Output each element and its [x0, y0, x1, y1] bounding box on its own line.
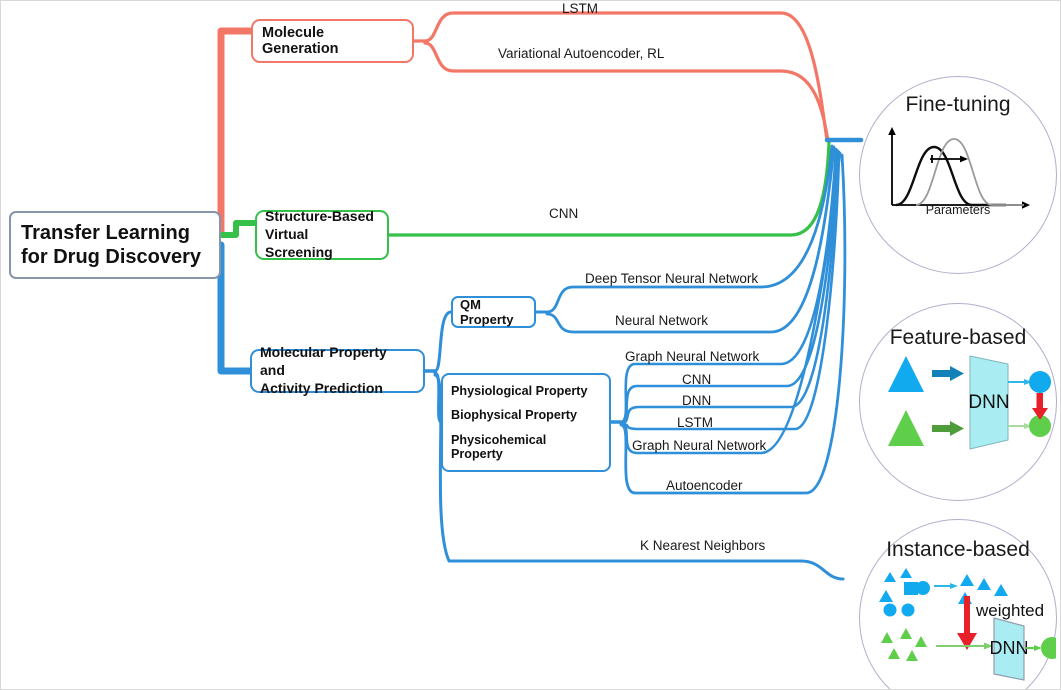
- trunk-blue: [217, 241, 254, 375]
- y-axis-arrowhead: [888, 127, 896, 135]
- blue-circle-icon: [1029, 371, 1051, 393]
- panel-instance-based[interactable]: Instance-based weighted DNN: [859, 519, 1057, 689]
- edge-label-graph-neural-network-1: Graph Neural Network: [625, 349, 760, 364]
- instance-based-illustration: weighted DNN: [879, 568, 1056, 681]
- selection-arrowhead: [950, 583, 958, 589]
- edge-label-cnn-prop: CNN: [682, 372, 712, 387]
- node-biophysical-property-label: Biophysical Property: [451, 408, 577, 423]
- trunk-green: [218, 220, 258, 238]
- panel-feature-based[interactable]: Feature-based DNN: [859, 303, 1057, 501]
- weighted-arrow-bar: [964, 596, 970, 638]
- curve-source: [895, 145, 1006, 207]
- node-structure-based-virtual-screening[interactable]: Structure-Based Virtual Screening: [255, 208, 389, 260]
- panel-fine-tuning[interactable]: Fine-tuning Parameters: [859, 76, 1057, 274]
- fine-tuning-plot: [888, 127, 1030, 209]
- feature-based-illustration: DNN: [888, 355, 1051, 450]
- instance-dnn-label: DNN: [990, 638, 1029, 658]
- node-physiological-property-label: Physiological Property: [451, 384, 588, 399]
- node-properties-group[interactable]: Physiological Property Biophysical Prope…: [441, 373, 611, 472]
- green-arrow-icon: [932, 421, 964, 436]
- edge-label-graph-neural-network-2: Graph Neural Network: [632, 438, 767, 453]
- feature-dnn-label: DNN: [968, 392, 1009, 413]
- panel-fine-tuning-axis-label: Parameters: [925, 203, 991, 217]
- wire-qm-nn: [545, 145, 836, 334]
- green-triangle-icon: [888, 410, 924, 446]
- wire-cnn-sbvs: [387, 141, 831, 237]
- node-physicohemical-property-label: Physicohemical Property: [451, 432, 547, 461]
- node-mpap-line1: Molecular Property and: [260, 344, 387, 379]
- blue-arrow-icon: [932, 366, 964, 381]
- root-node-line2: for Drug Discovery: [21, 246, 202, 268]
- node-sbvs-line2: Virtual Screening: [265, 226, 333, 260]
- edge-label-cnn-sbvs: CNN: [549, 206, 579, 221]
- blue-triangle-icon: [888, 356, 924, 392]
- edge-label-k-nearest-neighbors: K Nearest Neighbors: [640, 538, 766, 553]
- node-mpap-line2: Activity Prediction: [260, 379, 383, 396]
- edge-label-deep-tensor-neural-network: Deep Tensor Neural Network: [585, 271, 759, 286]
- edge-label-lstm-prop: LSTM: [677, 415, 714, 430]
- weighted-arrow-label: weighted: [975, 601, 1044, 620]
- node-molecule-generation-label: Molecule Generation: [262, 25, 339, 57]
- green-instance-cluster-icon: [881, 628, 927, 661]
- edge-label-autoencoder: Autoencoder: [666, 478, 743, 493]
- diagram-canvas: Transfer Learning for Drug Discovery Mol…: [0, 0, 1061, 690]
- wire-lstm-prop: [619, 150, 841, 431]
- node-sbvs-line1: Structure-Based: [265, 208, 374, 225]
- wire-mpap-to-qm: [433, 310, 453, 373]
- root-node[interactable]: Transfer Learning for Drug Discovery: [9, 211, 221, 279]
- wire-lstm: [423, 11, 829, 142]
- weighted-arrowhead: [957, 633, 977, 650]
- node-molecular-property-and-activity-prediction[interactable]: Molecular Property and Activity Predicti…: [250, 344, 425, 396]
- wire-knn: [619, 559, 845, 581]
- edge-label-neural-network: Neural Network: [615, 313, 709, 328]
- edge-label-dnn-prop: DNN: [682, 393, 712, 408]
- curve-target: [915, 138, 1024, 206]
- node-molecule-generation[interactable]: Molecule Generation: [251, 19, 414, 63]
- result-arrowhead: [1034, 645, 1042, 651]
- node-qm-property[interactable]: QM Property: [451, 296, 536, 328]
- root-node-line1: Transfer Learning: [21, 221, 190, 244]
- edge-label-lstm-molgen: LSTM: [562, 1, 599, 16]
- result-green-circle-icon: [1041, 637, 1056, 659]
- node-qm-property-label: QM Property: [460, 297, 514, 327]
- edge-label-vae-rl: Variational Autoencoder, RL: [498, 46, 665, 61]
- shift-arrowhead: [960, 155, 968, 163]
- wire-dtnn: [545, 144, 834, 314]
- blue-instance-cluster-icon: [879, 568, 930, 617]
- trunk-red: [217, 27, 255, 237]
